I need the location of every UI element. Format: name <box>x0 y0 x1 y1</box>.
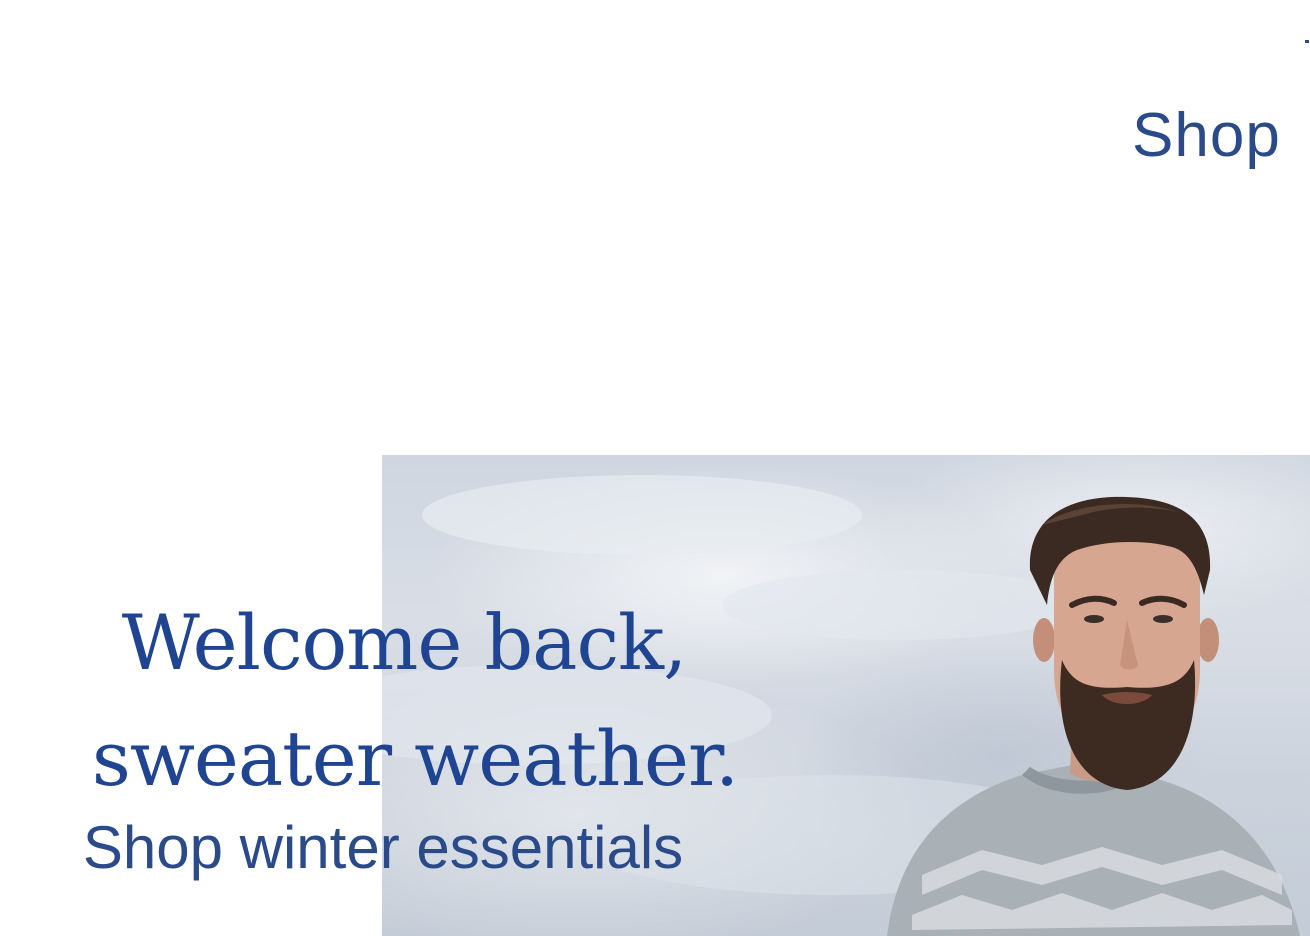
nav-edge-mark <box>1305 40 1309 43</box>
hero-copy-block: Welcome back, sweater weather. Shop wint… <box>0 585 830 883</box>
hero-headline-line-2: sweater weather. <box>91 714 739 803</box>
hero-headline-line-1: Welcome back, <box>121 598 687 687</box>
nav-shop-link[interactable]: Shop <box>1132 100 1281 171</box>
shop-winter-essentials-link[interactable]: Shop winter essentials <box>83 813 683 883</box>
